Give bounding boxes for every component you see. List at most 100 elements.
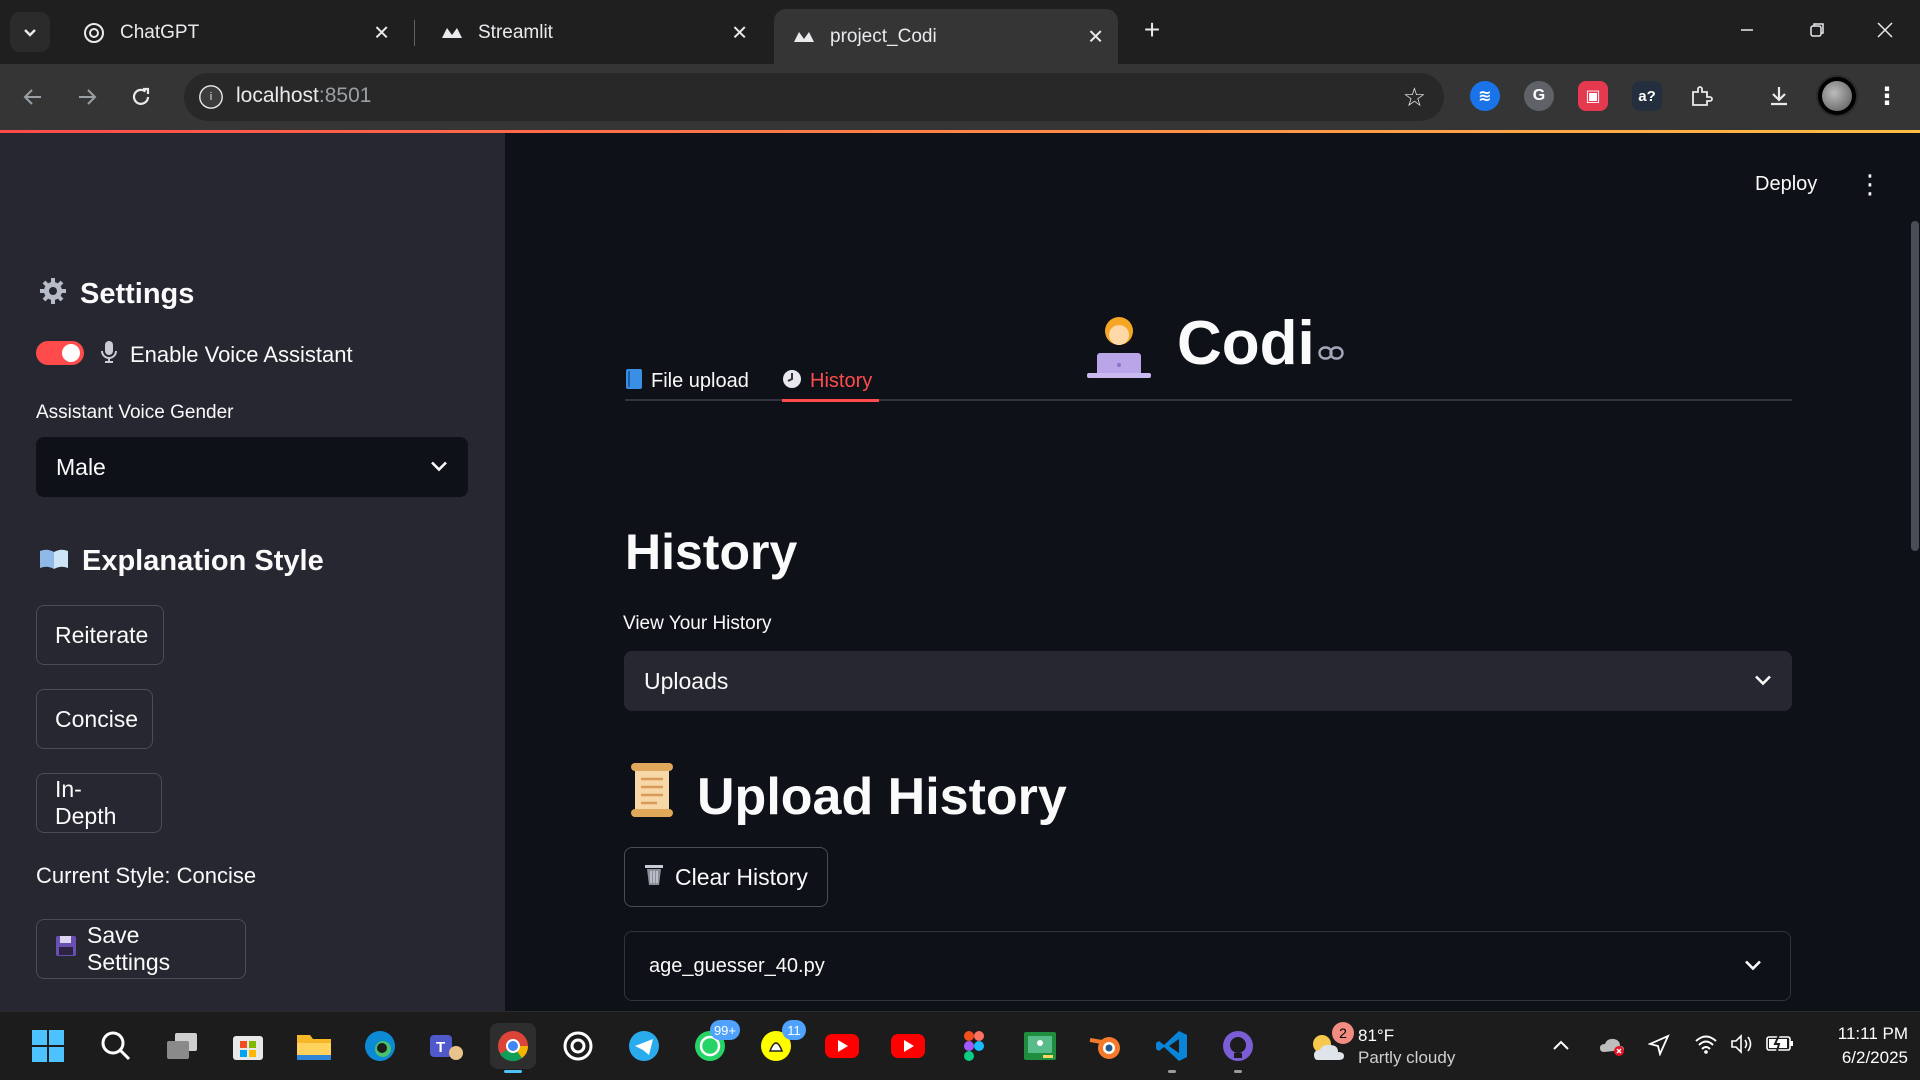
search-icon[interactable]: [96, 1026, 136, 1066]
figma-icon[interactable]: [954, 1026, 994, 1066]
address-bar[interactable]: i localhost:8501 ☆: [184, 73, 1444, 121]
chevron-down-icon: [24, 29, 36, 37]
wifi-icon[interactable]: [1694, 1034, 1718, 1060]
vscode-icon[interactable]: [1152, 1026, 1192, 1066]
running-app-indicator: [1234, 1070, 1242, 1073]
upload-history-heading: Upload History: [625, 761, 1067, 832]
whatsapp-badge: 99+: [709, 1020, 740, 1040]
file-explorer-icon[interactable]: [294, 1026, 334, 1066]
open-book-icon: [38, 546, 70, 578]
tab-title: ChatGPT: [120, 22, 200, 43]
back-button[interactable]: [14, 78, 52, 116]
history-item-expander[interactable]: age_guesser_40.py: [624, 931, 1791, 1001]
snapchat-icon[interactable]: 11: [756, 1020, 806, 1066]
profile-avatar[interactable]: [1816, 75, 1858, 117]
voice-assistant-toggle[interactable]: [36, 341, 84, 365]
minimize-icon: [1741, 29, 1753, 31]
voice-gender-select[interactable]: Male: [36, 437, 468, 497]
youtube-icon[interactable]: [822, 1026, 862, 1066]
snapchat-badge: 11: [782, 1020, 806, 1040]
google-classroom-icon[interactable]: [1020, 1026, 1060, 1066]
tab-project-codi[interactable]: project_Codi ✕: [774, 9, 1118, 64]
download-icon[interactable]: [1764, 81, 1794, 111]
task-view-icon[interactable]: [162, 1026, 202, 1066]
new-tab-button[interactable]: +: [1136, 14, 1168, 46]
whatsapp-icon[interactable]: 99+: [690, 1020, 740, 1066]
close-tab-icon[interactable]: ✕: [1087, 24, 1104, 49]
bookmark-star-icon[interactable]: ☆: [1403, 82, 1426, 113]
gear-icon: [38, 276, 68, 313]
chevron-down-icon: [1754, 671, 1772, 692]
minimize-button[interactable]: [1722, 10, 1772, 50]
scrollbar-thumb[interactable]: [1911, 221, 1919, 551]
active-tab-indicator: [782, 399, 879, 402]
browser-menu-icon[interactable]: ⋮: [1872, 81, 1902, 111]
battery-charging-icon[interactable]: [1766, 1034, 1794, 1058]
microsoft-store-icon[interactable]: [228, 1026, 268, 1066]
style-concise-button[interactable]: Concise: [36, 689, 153, 749]
explanation-style-heading: Explanation Style: [38, 545, 324, 578]
telegram-icon[interactable]: [624, 1026, 664, 1066]
weather-widget[interactable]: 2 81°F Partly cloudy: [1308, 1022, 1508, 1072]
weather-temperature: 81°F: [1358, 1026, 1395, 1045]
extension-red-icon[interactable]: ▣: [1578, 81, 1608, 111]
volume-icon[interactable]: [1730, 1034, 1754, 1060]
windows-start-icon[interactable]: [28, 1026, 68, 1066]
view-history-label: View Your History: [623, 613, 772, 634]
book-icon: [625, 368, 643, 395]
clear-history-button[interactable]: Clear History: [624, 847, 828, 907]
app-menu-icon[interactable]: ⋮: [1857, 169, 1883, 200]
sidebar: Settings Enable Voice Assistant Assistan…: [0, 133, 505, 1011]
view-history-select[interactable]: Uploads: [624, 651, 1792, 711]
tab-search-button[interactable]: [10, 12, 50, 52]
show-hidden-icons-chevron-icon[interactable]: [1552, 1034, 1570, 1057]
tab-file-upload[interactable]: File upload: [625, 361, 749, 401]
voice-toggle-label: Enable Voice Assistant: [100, 340, 353, 370]
deploy-button[interactable]: Deploy: [1755, 173, 1817, 196]
teams-icon[interactable]: T: [426, 1026, 466, 1066]
save-settings-button[interactable]: Save Settings: [36, 919, 246, 979]
arrow-left-icon: [23, 89, 41, 105]
svg-text:T: T: [436, 1039, 445, 1056]
reload-button[interactable]: [122, 78, 160, 116]
chevron-down-icon: [430, 457, 448, 478]
extensions-puzzle-icon[interactable]: [1686, 81, 1716, 111]
onedrive-error-icon[interactable]: [1598, 1034, 1626, 1062]
close-tab-icon[interactable]: ✕: [373, 21, 390, 46]
extension-translate-icon[interactable]: ≋: [1470, 81, 1500, 111]
style-in-depth-button[interactable]: In-Depth: [36, 773, 162, 833]
system-clock[interactable]: 11:11 PM 6/2/2025: [1808, 1022, 1908, 1070]
main-content: Deploy ⋮ Codi File upload History Histor…: [505, 133, 1920, 1011]
edge-browser-icon[interactable]: [360, 1026, 400, 1066]
tab-title: project_Codi: [830, 25, 937, 47]
extension-amazon-icon[interactable]: a?: [1632, 81, 1662, 111]
youtube-music-icon[interactable]: [888, 1026, 928, 1066]
location-icon[interactable]: [1647, 1034, 1670, 1062]
restore-button[interactable]: [1792, 10, 1842, 50]
extension-grammarly-icon[interactable]: G: [1524, 81, 1554, 111]
weather-condition: Partly cloudy: [1358, 1048, 1456, 1067]
running-app-indicator: [1168, 1070, 1176, 1073]
forward-button[interactable]: [68, 78, 106, 116]
style-reiterate-button[interactable]: Reiterate: [36, 605, 164, 665]
tab-chatgpt[interactable]: ChatGPT ✕: [64, 9, 404, 57]
close-window-button[interactable]: [1860, 10, 1910, 50]
tab-history[interactable]: History: [782, 361, 872, 401]
clock-date: 6/2/2025: [1841, 1048, 1908, 1067]
chatgpt-app-icon[interactable]: [558, 1026, 598, 1066]
close-icon: [1877, 22, 1893, 38]
chrome-icon[interactable]: [490, 1023, 536, 1069]
history-item-title: age_guesser_40.py: [649, 954, 825, 977]
scroll-icon: [625, 761, 679, 832]
url-text[interactable]: localhost:8501: [236, 84, 371, 108]
tab-streamlit[interactable]: Streamlit ✕: [422, 9, 762, 57]
microphone-icon: [100, 340, 118, 370]
restore-icon: [1810, 23, 1824, 37]
github-icon[interactable]: [1218, 1026, 1258, 1066]
site-info-icon[interactable]: i: [199, 85, 223, 109]
tab-divider: [414, 20, 415, 46]
windows-taskbar: T 99+ 11 2 81°F Partly cloudy 11:11 PM 6…: [0, 1011, 1920, 1080]
streamlit-icon: [792, 25, 816, 49]
close-tab-icon[interactable]: ✕: [731, 21, 748, 46]
blender-icon[interactable]: [1086, 1026, 1126, 1066]
